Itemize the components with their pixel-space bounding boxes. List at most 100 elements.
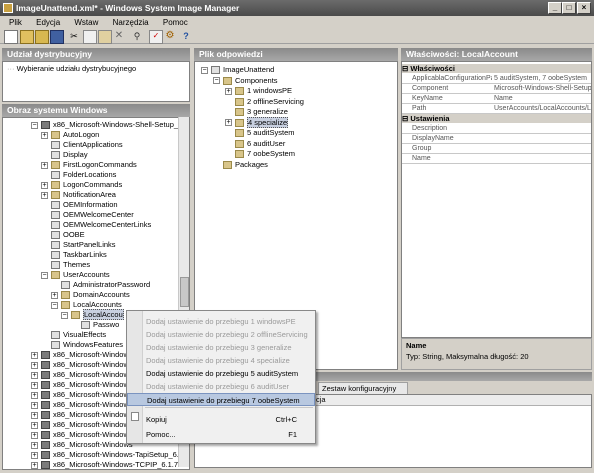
add-setting-pass-7-menu-item[interactable]: Dodaj ustawienie do przebiegu 7 oobeSyst… — [127, 393, 315, 406]
menu-help[interactable]: Pomoc — [157, 16, 194, 29]
open-icon[interactable] — [20, 30, 34, 44]
expand-icon[interactable]: + — [31, 411, 38, 419]
collapse-icon[interactable]: − — [61, 311, 68, 319]
add-setting-pass-5-menu-item[interactable]: Dodaj ustawienie do przebiegu 5 auditSys… — [127, 367, 315, 380]
property-category[interactable]: ⊟ Właściwości — [402, 64, 591, 73]
expand-icon[interactable]: + — [41, 161, 48, 169]
menu-tools[interactable]: Narzędzia — [107, 16, 155, 29]
property-row[interactable]: DisplayName — [402, 134, 591, 144]
expand-icon[interactable]: + — [41, 131, 48, 139]
expand-icon[interactable]: + — [31, 381, 38, 389]
open-folder-icon[interactable] — [35, 30, 49, 44]
cut-icon[interactable]: ✂ — [68, 30, 80, 42]
windows-image-tree-row[interactable]: − x86_Microsoft-Windows-Shell-Setup_6.1. — [31, 120, 189, 130]
answer-file-tree-row[interactable]: 5 auditSystem — [225, 128, 295, 138]
expand-icon[interactable]: + — [31, 401, 38, 409]
expand-icon[interactable]: + — [31, 431, 38, 439]
expand-icon[interactable]: + — [41, 191, 48, 199]
windows-image-tree-row[interactable]: FolderLocations — [41, 170, 116, 180]
windows-image-tree-row[interactable]: + x86_Microsoft-Windows — [31, 440, 133, 450]
help-menu-item[interactable]: Pomoc... F1 — [127, 428, 315, 441]
collapse-icon[interactable]: − — [51, 301, 58, 309]
answer-file-tree-row[interactable]: 7 oobeSystem — [225, 149, 295, 159]
windows-image-tree-row[interactable]: Passwo — [71, 320, 119, 330]
windows-image-tree-row[interactable]: + x86_Microsoft-Windows — [31, 390, 133, 400]
collapse-icon[interactable]: − — [213, 77, 220, 85]
add-setting-pass-1-menu-item[interactable]: Dodaj ustawienie do przebiegu 1 windowsP… — [127, 315, 315, 328]
answer-file-tree-row[interactable]: +4 specialize — [225, 116, 289, 128]
select-distribution-share-item[interactable]: ··· Wybieranie udziału dystrybucyjnego — [7, 64, 136, 74]
answer-file-tree-row[interactable]: Packages — [213, 160, 268, 170]
help-icon[interactable]: ? — [180, 30, 192, 42]
answer-file-tree-row[interactable]: 6 auditUser — [225, 139, 285, 149]
windows-image-tree-row[interactable]: AdministratorPassword — [51, 280, 150, 290]
windows-image-tree-row[interactable]: Display — [41, 150, 88, 160]
expand-icon[interactable]: + — [51, 291, 58, 299]
collapse-icon[interactable]: − — [31, 121, 38, 129]
add-setting-pass-2-menu-item[interactable]: Dodaj ustawienie do przebiegu 2 offlineS… — [127, 328, 315, 341]
windows-image-tree-row[interactable]: + x86_Microsoft-Windows-TapiSetup_6.1.7 — [31, 450, 189, 460]
copy-menu-item[interactable]: Kopiuj Ctrl+C — [127, 413, 315, 426]
windows-image-tree-row[interactable]: + x86_Microsoft-Windows — [31, 360, 133, 370]
add-setting-pass-3-menu-item[interactable]: Dodaj ustawienie do przebiegu 3 generali… — [127, 341, 315, 354]
property-row[interactable]: ApplicablaConfigurationPa 5 auditSystem, … — [402, 74, 591, 84]
windows-image-tree-row[interactable]: ClientApplications — [41, 140, 123, 150]
add-setting-pass-4-menu-item[interactable]: Dodaj ustawienie do przebiegu 4 speciali… — [127, 354, 315, 367]
windows-image-tree-row[interactable]: + FirstLogonCommands — [41, 160, 137, 170]
windows-image-tree-row[interactable]: + x86_Microsoft-Windows — [31, 350, 133, 360]
config-set-tab[interactable]: Zestaw konfiguracyjny (0) — [318, 382, 408, 405]
expand-icon[interactable]: + — [31, 361, 38, 369]
menu-file[interactable]: Plik — [3, 16, 28, 29]
expand-icon[interactable]: + — [31, 451, 38, 459]
property-row[interactable]: Path UserAccounts/LocalAccounts/L — [402, 104, 591, 114]
expand-icon[interactable]: + — [225, 87, 232, 95]
windows-image-tree-row[interactable]: OEMWelcomeCenter — [41, 210, 134, 220]
windows-image-tree-row[interactable]: + AutoLogon — [41, 130, 99, 140]
menu-edit[interactable]: Edycja — [30, 16, 66, 29]
property-row[interactable]: KeyName Name — [402, 94, 591, 104]
answer-file-tree-row[interactable]: − ImageUnattend — [201, 65, 274, 75]
collapse-icon[interactable]: − — [41, 271, 48, 279]
add-setting-pass-6-menu-item[interactable]: Dodaj ustawienie do przebiegu 6 auditUse… — [127, 380, 315, 393]
windows-image-tree-row[interactable]: OEMInformation — [41, 200, 118, 210]
collapse-icon[interactable]: − — [201, 66, 208, 74]
expand-icon[interactable]: + — [31, 421, 38, 429]
menu-insert[interactable]: Wstaw — [68, 16, 104, 29]
windows-image-tree-row[interactable]: + NotificationArea — [41, 190, 116, 200]
new-icon[interactable] — [4, 30, 18, 44]
copy-icon[interactable] — [83, 30, 97, 44]
expand-icon[interactable]: + — [41, 181, 48, 189]
windows-image-tree-row[interactable]: + x86_Microsoft-Windows — [31, 400, 133, 410]
windows-image-tree-row[interactable]: − LocalAccou — [61, 309, 124, 320]
property-row[interactable]: Description — [402, 124, 591, 134]
delete-icon[interactable]: ✕ — [113, 30, 125, 42]
property-row[interactable]: Name — [402, 154, 591, 164]
search-icon[interactable]: ⚲ — [131, 30, 143, 42]
settings-icon[interactable]: ⚙ — [164, 30, 176, 42]
windows-image-tree-row[interactable]: StartPanelLinks — [41, 240, 116, 250]
expand-icon[interactable]: + — [31, 351, 38, 359]
expand-icon[interactable]: + — [225, 119, 232, 127]
windows-image-tree-row[interactable]: VisualEffects — [41, 330, 106, 340]
windows-image-tree-row[interactable]: + x86_Microsoft-Windows-TCPIP_6.1.7601 — [31, 460, 189, 469]
maximize-button[interactable]: □ — [562, 2, 576, 14]
windows-image-tree-row[interactable]: OEMWelcomeCenterLinks — [41, 220, 151, 230]
paste-icon[interactable] — [98, 30, 112, 44]
windows-image-tree-row[interactable]: WindowsFeatures — [41, 340, 123, 350]
property-row[interactable]: Group — [402, 144, 591, 154]
validate-icon[interactable]: ✓ — [149, 30, 163, 44]
answer-file-tree-row[interactable]: 3 generalize — [225, 107, 288, 117]
expand-icon[interactable]: + — [31, 391, 38, 399]
expand-icon[interactable]: + — [31, 371, 38, 379]
windows-image-tree-row[interactable]: + x86_Microsoft-Windows — [31, 370, 133, 380]
windows-image-tree-row[interactable]: + x86_Microsoft-Windows — [31, 410, 133, 420]
minimize-button[interactable]: _ — [548, 2, 562, 14]
windows-image-tree-row[interactable]: + x86_Microsoft-Windows — [31, 420, 133, 430]
windows-image-tree-row[interactable]: Themes — [41, 260, 90, 270]
windows-image-tree-row[interactable]: OOBE — [41, 230, 85, 240]
close-button[interactable]: × — [577, 2, 591, 14]
windows-image-tree-row[interactable]: + x86_Microsoft-Windows — [31, 380, 133, 390]
property-category[interactable]: ⊟ Ustawienia — [402, 114, 591, 123]
windows-image-tree-row[interactable]: + DomainAccounts — [51, 290, 130, 300]
windows-image-tree-row[interactable]: TaskbarLinks — [41, 250, 107, 260]
